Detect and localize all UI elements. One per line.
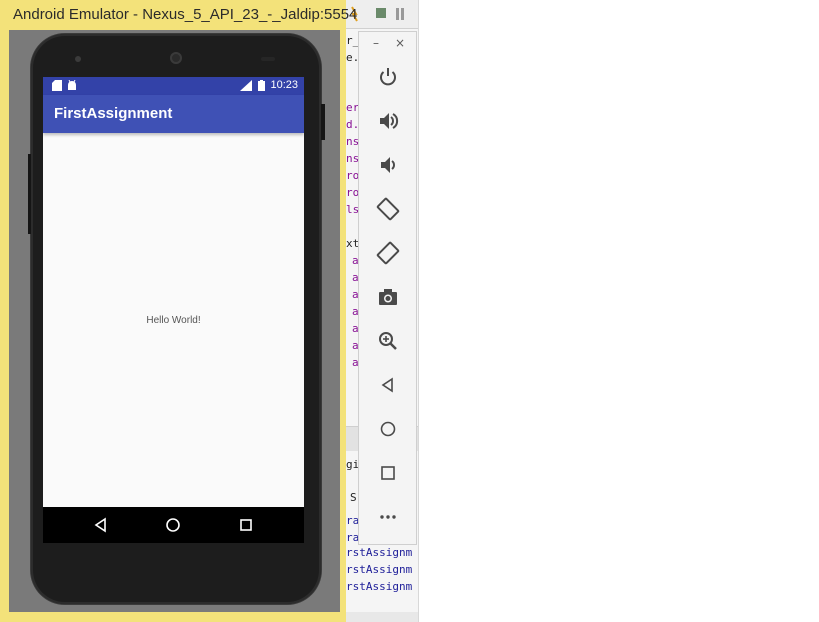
- ide-code-line: rstAssignm: [346, 546, 413, 559]
- home-icon: [380, 421, 396, 437]
- window-title: Android Emulator - Nexus_5_API_23_-_Jald…: [13, 6, 358, 23]
- proximity-sensor: [261, 57, 275, 61]
- nav-home-icon[interactable]: [164, 516, 182, 534]
- ide-code-line: rstAssignm: [346, 580, 413, 593]
- panel-minimize-button[interactable]: –: [373, 36, 379, 50]
- power-side-button: [321, 104, 325, 140]
- navigation-bar: [43, 507, 304, 543]
- app-toolbar: FirstAssignment: [43, 95, 304, 133]
- overview-icon: [381, 466, 395, 480]
- app-title: FirstAssignment: [54, 105, 173, 122]
- earpiece-speaker: [170, 52, 182, 64]
- hello-world-text: Hello World!: [146, 315, 201, 326]
- home-button[interactable]: [375, 416, 401, 442]
- panel-close-button[interactable]: ×: [395, 36, 405, 50]
- signal-icon: [240, 80, 252, 91]
- phone-frame: 10:23 FirstAssignment Hello World!: [28, 34, 325, 604]
- device-screen[interactable]: 10:23 FirstAssignment Hello World!: [43, 77, 304, 543]
- volume-down-icon: [381, 157, 395, 173]
- rotate-left-icon: [376, 197, 400, 221]
- android-icon: [68, 80, 76, 90]
- camera-icon: [379, 289, 397, 305]
- emulator-control-panel: – ×: [358, 31, 417, 545]
- emulator-titlebar[interactable]: Android Emulator - Nexus_5_API_23_-_Jald…: [0, 0, 357, 30]
- ide-toolbar-icons: [351, 6, 404, 22]
- volume-up-button[interactable]: [375, 108, 401, 134]
- status-time: 10:23: [270, 79, 298, 91]
- front-camera: [75, 56, 81, 62]
- ide-code-line: rstAssignm: [346, 563, 413, 576]
- zoom-button[interactable]: [375, 328, 401, 354]
- power-button[interactable]: [375, 64, 401, 90]
- screenshot-button[interactable]: [375, 284, 401, 310]
- volume-side-button: [28, 154, 31, 234]
- overview-button[interactable]: [375, 460, 401, 486]
- zoom-icon: [379, 332, 397, 350]
- status-bar: 10:23: [43, 77, 304, 95]
- more-icon: [380, 515, 396, 519]
- nav-back-icon[interactable]: [92, 516, 110, 534]
- rotate-right-button[interactable]: [375, 240, 401, 266]
- emulator-window: Android Emulator - Nexus_5_API_23_-_Jald…: [0, 0, 357, 622]
- power-icon: [380, 68, 396, 86]
- back-button[interactable]: [375, 372, 401, 398]
- volume-up-icon: [380, 113, 399, 129]
- nav-overview-icon[interactable]: [237, 516, 255, 534]
- back-icon: [381, 377, 393, 393]
- ide-code-line: S: [350, 491, 357, 504]
- volume-down-button[interactable]: [375, 152, 401, 178]
- more-options-button[interactable]: [375, 504, 401, 530]
- rotate-right-icon: [376, 241, 400, 265]
- ide-status-strip: [346, 612, 418, 622]
- sd-card-icon: [52, 80, 62, 91]
- battery-icon: [258, 80, 265, 91]
- emulator-viewport: 10:23 FirstAssignment Hello World!: [9, 30, 340, 612]
- rotate-left-button[interactable]: [375, 196, 401, 222]
